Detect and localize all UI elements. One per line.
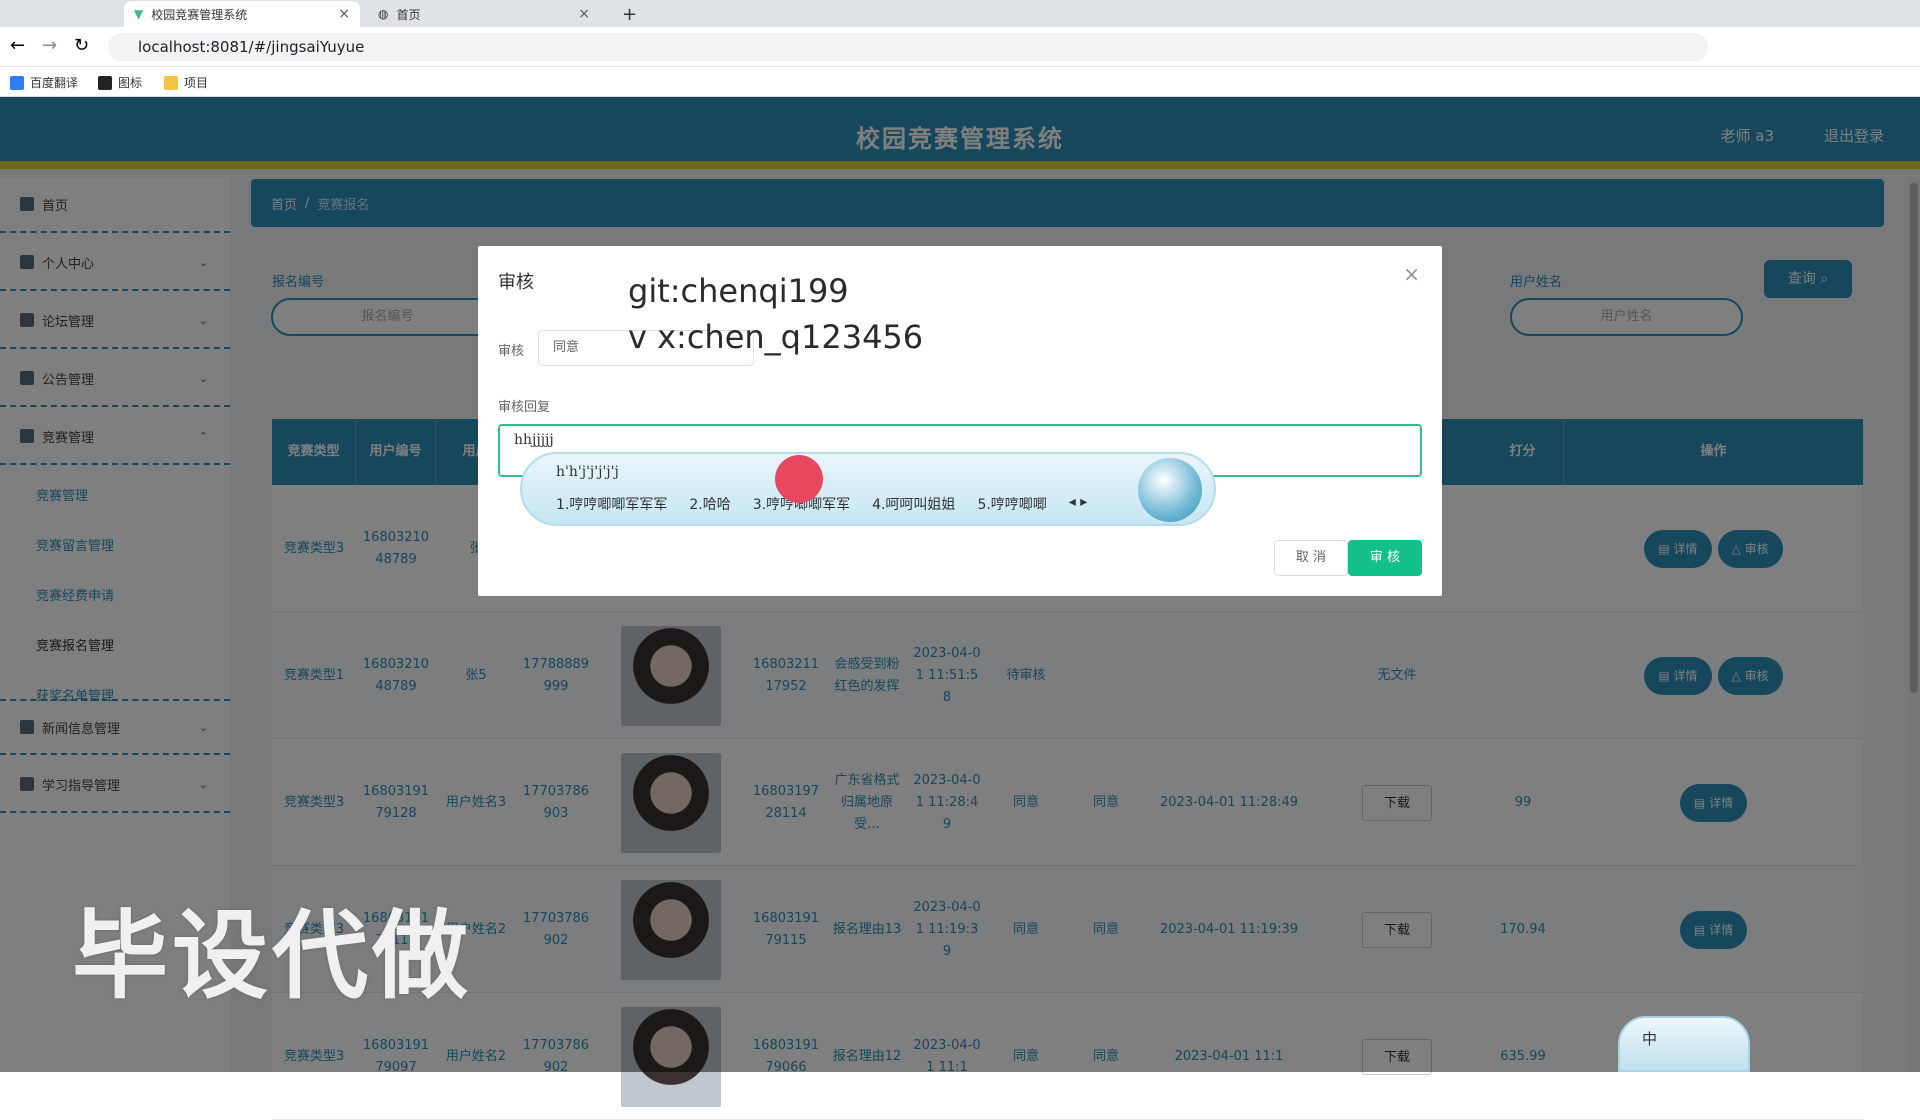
watermark-line: git:chenqi199 <box>628 272 849 310</box>
click-indicator-icon <box>775 455 823 503</box>
audit-confirm-button[interactable]: 审 核 <box>1348 540 1422 576</box>
reload-icon[interactable]: ↻ <box>74 35 89 56</box>
cancel-button[interactable]: 取 消 <box>1274 540 1348 576</box>
bookmark-item[interactable]: 百度翻译 <box>10 74 78 91</box>
back-icon[interactable]: ← <box>10 35 25 56</box>
forward-icon[interactable]: → <box>42 35 57 56</box>
watermark-line: v x:chen_q123456 <box>628 318 924 356</box>
ime-page-arrows-icon[interactable]: ◂ ▸ <box>1069 494 1088 514</box>
new-tab-icon[interactable]: + <box>612 1 642 27</box>
ime-candidate-window: h'h'j'j'j'j'j 1.哼哼唧唧军军军 2.哈哈 3.哼哼唧唧军军 4.… <box>520 452 1216 526</box>
reply-label: 审核回复 <box>498 400 551 415</box>
address-bar: ← → ↻ localhost:8081/#/jingsaiYuyue <box>0 27 1920 67</box>
ime-candidate[interactable]: 4.呵呵叫姐姐 <box>872 494 955 514</box>
close-icon[interactable]: × <box>1403 262 1420 286</box>
watermark-big: 毕设代做 <box>72 900 472 1012</box>
close-icon[interactable]: × <box>338 6 350 22</box>
translate-icon <box>10 75 24 90</box>
close-icon[interactable]: × <box>578 6 590 22</box>
audit-label: 审核 <box>498 344 525 359</box>
bookmark-item[interactable]: 项目 <box>164 74 208 91</box>
vue-icon: ▼ <box>134 7 144 21</box>
ime-composition: h'h'j'j'j'j'j <box>556 464 619 480</box>
ime-skin-icon <box>1138 458 1202 522</box>
image-icon <box>98 75 112 90</box>
tab-label: 校园竞赛管理系统 <box>151 7 248 22</box>
ime-candidate[interactable]: 5.哼哼唧唧 <box>977 494 1046 514</box>
ime-candidates: 1.哼哼唧唧军军军 2.哈哈 3.哼哼唧唧军军 4.呵呵叫姐姐 5.哼哼唧唧 ◂… <box>556 494 1087 514</box>
url-input[interactable]: localhost:8081/#/jingsaiYuyue <box>108 33 1708 61</box>
ime-status-bar[interactable]: 中 <box>1618 1016 1750 1072</box>
tab-label: 首页 <box>396 7 421 22</box>
tab-active[interactable]: ▼ 校园竞赛管理系统 × <box>124 1 360 27</box>
bookmark-item[interactable]: 图标 <box>98 74 142 91</box>
bookmarks-bar: 百度翻译 图标 项目 <box>0 67 1920 97</box>
dialog-title: 审核 <box>498 272 534 293</box>
browser-tab-bar: ▼ 校园竞赛管理系统 × ◍ 首页 × + <box>0 0 1920 27</box>
ime-candidate[interactable]: 2.哈哈 <box>689 494 730 514</box>
ime-candidate[interactable]: 1.哼哼唧唧军军军 <box>556 494 667 514</box>
audit-dialog: 审核 × 审核 同意 审核回复 hhjjjjj 取 消 审 核 <box>478 246 1442 596</box>
globe-icon: ◍ <box>378 7 389 21</box>
folder-icon <box>164 75 178 90</box>
tab-home[interactable]: ◍ 首页 × <box>368 1 600 27</box>
